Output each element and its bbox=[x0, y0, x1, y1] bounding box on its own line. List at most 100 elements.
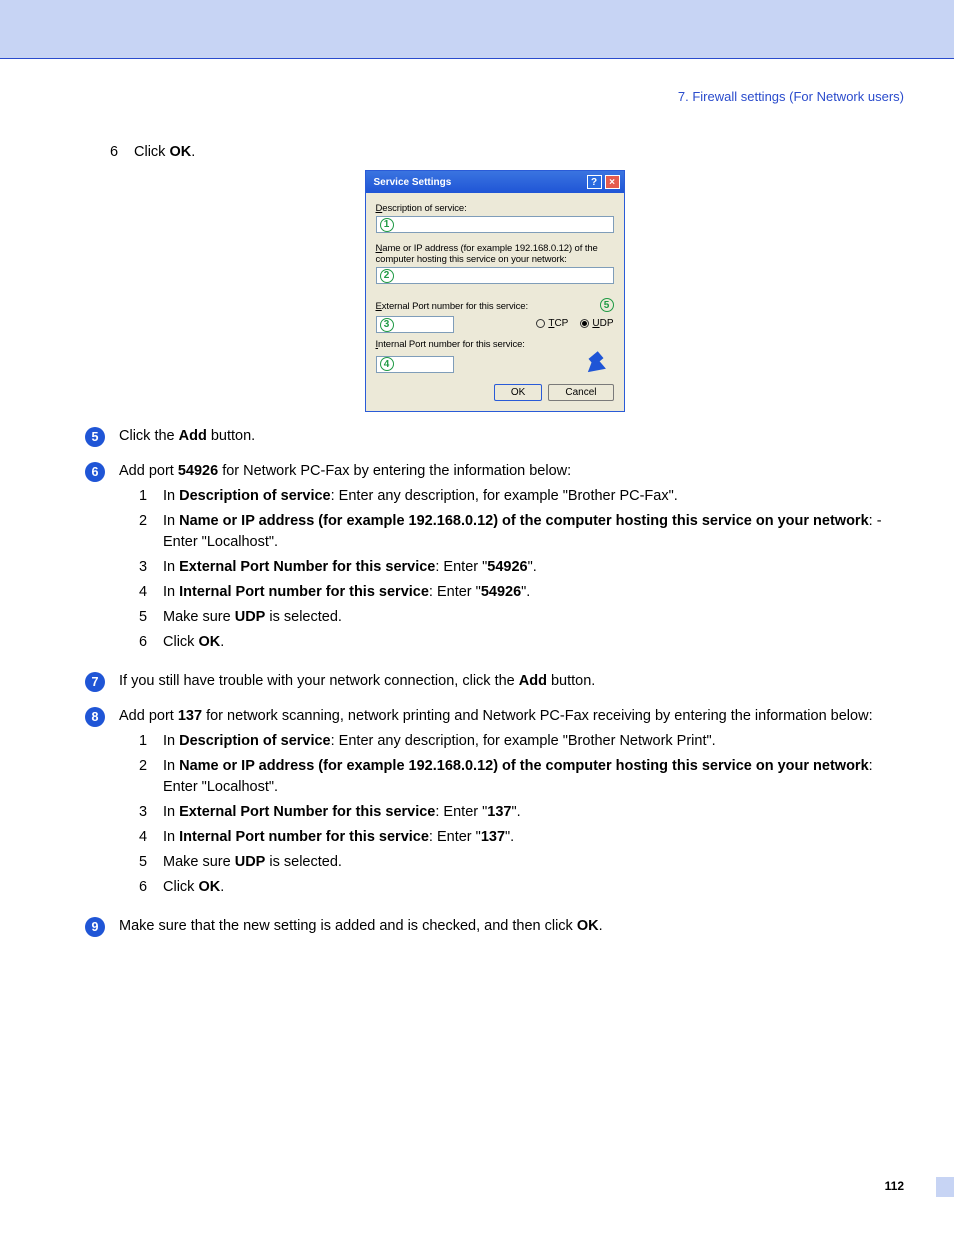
dialog-screenshot: Service Settings ? × Description of serv… bbox=[85, 170, 904, 412]
substep: 5 Make sure UDP is selected. bbox=[139, 852, 904, 873]
substep: 3 In External Port Number for this servic… bbox=[139, 802, 904, 823]
substep-num: 5 bbox=[139, 852, 153, 873]
substep-text: In Name or IP address (for example 192.1… bbox=[163, 756, 904, 798]
step-6: 6 Add port 54926 for Network PC-Fax by e… bbox=[85, 461, 904, 657]
step-5: 5 Click the Add button. bbox=[85, 426, 904, 447]
substep-text: In Internal Port number for this service… bbox=[163, 582, 530, 603]
t: . bbox=[191, 144, 195, 160]
t: Add port bbox=[119, 708, 178, 724]
t: If you still have trouble with your netw… bbox=[119, 673, 519, 689]
step-bullet: 9 bbox=[85, 917, 105, 937]
dialog-body: Description of service: 1 Name or IP add… bbox=[366, 193, 624, 411]
substep-num: 4 bbox=[139, 582, 153, 603]
step-bullet: 6 bbox=[85, 462, 105, 482]
ip-label: Name or IP address (for example 192.168.… bbox=[376, 243, 614, 265]
step-9: 9 Make sure that the new setting is adde… bbox=[85, 916, 904, 937]
step-7: 7 If you still have trouble with your ne… bbox=[85, 671, 904, 692]
radio-icon bbox=[536, 319, 545, 328]
substep-text: In External Port Number for this service… bbox=[163, 802, 521, 823]
marker-1: 1 bbox=[380, 218, 394, 232]
t: for Network PC-Fax by entering the infor… bbox=[218, 463, 571, 479]
substep-num: 2 bbox=[139, 511, 153, 553]
ext-port-label: External Port number for this service: bbox=[376, 301, 529, 312]
ok-button[interactable]: OK bbox=[494, 384, 542, 401]
substep-num: 6 bbox=[139, 632, 153, 653]
t: Add bbox=[519, 673, 547, 689]
udp-radio[interactable]: UDP bbox=[580, 318, 613, 329]
substep-text: In Name or IP address (for example 192.1… bbox=[163, 511, 904, 553]
int-port-input[interactable]: 4 bbox=[376, 356, 454, 373]
substep: 6 Click OK. bbox=[139, 877, 904, 898]
page-content: 6 Click OK. Service Settings ? × Descrip… bbox=[0, 104, 954, 937]
t: 54926 bbox=[178, 463, 218, 479]
step-bullet: 7 bbox=[85, 672, 105, 692]
arrow-icon bbox=[576, 352, 602, 374]
step-bullet: 5 bbox=[85, 427, 105, 447]
t: Add port bbox=[119, 463, 178, 479]
substep-text: Make sure UDP is selected. bbox=[163, 607, 342, 628]
breadcrumb: 7. Firewall settings (For Network users) bbox=[0, 59, 954, 104]
t: OK bbox=[169, 144, 191, 160]
step-body: Add port 137 for network scanning, netwo… bbox=[119, 706, 904, 902]
substep-num: 1 bbox=[139, 486, 153, 507]
substep: 4 In Internal Port number for this servic… bbox=[139, 582, 904, 603]
close-icon[interactable]: × bbox=[605, 175, 620, 189]
protocol-radio-group: TCP UDP bbox=[536, 318, 613, 329]
desc-input[interactable]: 1 bbox=[376, 216, 614, 233]
t: Click bbox=[134, 144, 169, 160]
substep-num: 4 bbox=[139, 827, 153, 848]
step-body: Make sure that the new setting is added … bbox=[119, 916, 904, 937]
substep-num: 1 bbox=[139, 731, 153, 752]
service-settings-dialog: Service Settings ? × Description of serv… bbox=[365, 170, 625, 412]
radio-icon bbox=[580, 319, 589, 328]
substep-num: 3 bbox=[139, 802, 153, 823]
step-bullet: 8 bbox=[85, 707, 105, 727]
substep-num: 3 bbox=[139, 557, 153, 578]
substep: 1In Description of service: Enter any de… bbox=[139, 731, 904, 752]
substep: 4 In Internal Port number for this servic… bbox=[139, 827, 904, 848]
substep-text: In Description of service: Enter any des… bbox=[163, 486, 678, 507]
marker-4: 4 bbox=[380, 357, 394, 371]
tcp-radio[interactable]: TCP bbox=[536, 318, 568, 329]
side-tab bbox=[936, 1177, 954, 1197]
dialog-titlebar: Service Settings ? × bbox=[366, 171, 624, 193]
step-body: Add port 54926 for Network PC-Fax by ent… bbox=[119, 461, 904, 657]
page-number: 112 bbox=[885, 1179, 904, 1193]
t: Click the bbox=[119, 428, 179, 444]
substep: 3 In External Port Number for this servic… bbox=[139, 557, 904, 578]
substep-text: In External Port Number for this service… bbox=[163, 557, 537, 578]
dialog-title-text: Service Settings bbox=[374, 177, 452, 188]
t: . bbox=[599, 918, 603, 934]
cancel-button[interactable]: Cancel bbox=[548, 384, 613, 401]
substep: 2In Name or IP address (for example 192.… bbox=[139, 511, 904, 553]
substep-num: 6 bbox=[110, 144, 124, 160]
step-body: If you still have trouble with your netw… bbox=[119, 671, 904, 692]
t: button. bbox=[547, 673, 595, 689]
ip-input[interactable]: 2 bbox=[376, 267, 614, 284]
intro-substep: 6 Click OK. bbox=[85, 144, 904, 160]
substep: 5 Make sure UDP is selected. bbox=[139, 607, 904, 628]
t: for network scanning, network printing a… bbox=[202, 708, 873, 724]
t: button. bbox=[207, 428, 255, 444]
ext-port-input[interactable]: 3 bbox=[376, 316, 454, 333]
marker-5: 5 bbox=[600, 298, 614, 312]
int-port-label: Internal Port number for this service: bbox=[376, 339, 614, 350]
t: 137 bbox=[178, 708, 202, 724]
step-8: 8 Add port 137 for network scanning, net… bbox=[85, 706, 904, 902]
substep: 6 Click OK. bbox=[139, 632, 904, 653]
substep: 2In Name or IP address (for example 192.… bbox=[139, 756, 904, 798]
t: Add bbox=[179, 428, 207, 444]
substep: 1 In Description of service: Enter any de… bbox=[139, 486, 904, 507]
substep-text: Make sure UDP is selected. bbox=[163, 852, 342, 873]
t: Make sure that the new setting is added … bbox=[119, 918, 577, 934]
substep-num: 5 bbox=[139, 607, 153, 628]
top-banner bbox=[0, 0, 954, 58]
substep-text: Click OK. bbox=[163, 632, 224, 653]
step-body: Click the Add button. bbox=[119, 426, 904, 447]
substep-text: Click OK. bbox=[163, 877, 224, 898]
marker-3: 3 bbox=[380, 318, 394, 332]
desc-label: Description of service: bbox=[376, 203, 614, 214]
substep-num: 6 bbox=[139, 877, 153, 898]
substep-text: In Internal Port number for this service… bbox=[163, 827, 514, 848]
help-icon[interactable]: ? bbox=[587, 175, 602, 189]
